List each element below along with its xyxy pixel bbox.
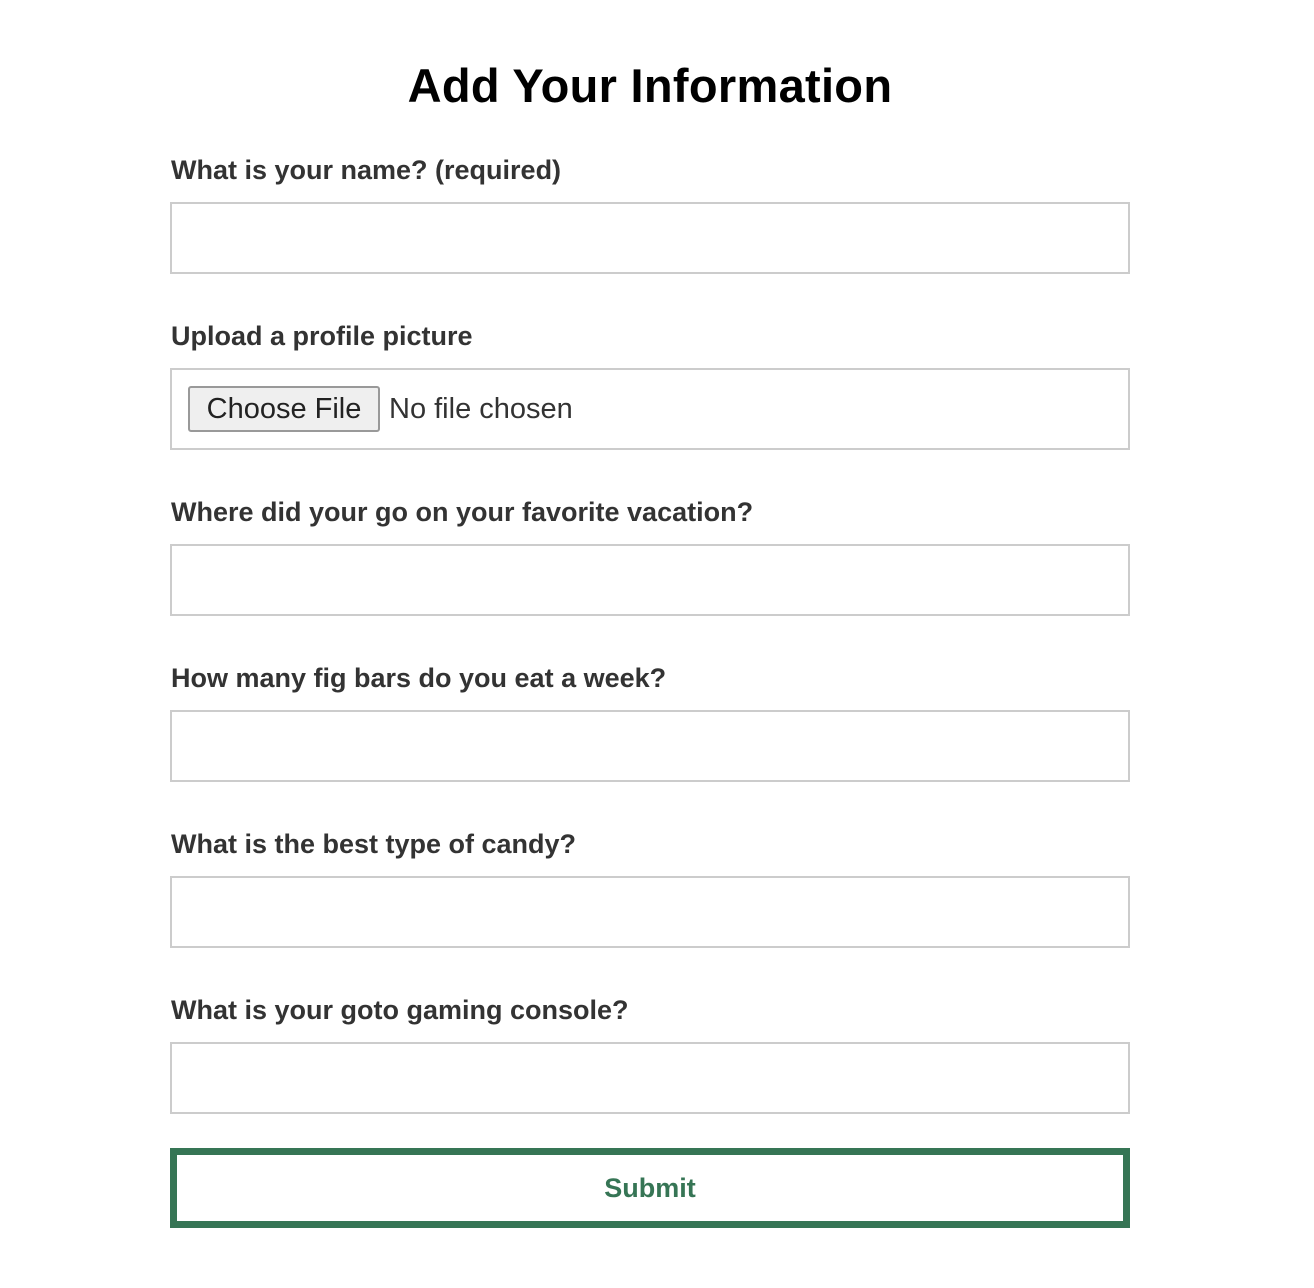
vacation-input[interactable] <box>170 544 1130 616</box>
page-title: Add Your Information <box>407 59 893 112</box>
name-label: What is your name? (required) <box>171 155 562 185</box>
profile-picture-upload: Choose File No file chosen <box>170 368 1130 450</box>
fig-bars-input[interactable] <box>170 710 1130 782</box>
name-input[interactable] <box>170 202 1130 274</box>
fig-bars-label: How many fig bars do you eat a week? <box>171 663 667 693</box>
candy-input[interactable] <box>170 876 1130 948</box>
vacation-label: Where did your go on your favorite vacat… <box>171 497 754 527</box>
information-form: What is your name? (required) Upload a p… <box>170 152 1130 1228</box>
file-status-text: No file chosen <box>389 392 573 425</box>
choose-file-button[interactable]: Choose File <box>188 386 380 432</box>
gaming-console-input[interactable] <box>170 1042 1130 1114</box>
candy-label: What is the best type of candy? <box>171 829 577 859</box>
gaming-console-label: What is your goto gaming console? <box>171 995 629 1025</box>
profile-picture-label: Upload a profile picture <box>171 321 473 351</box>
submit-button[interactable]: Submit <box>170 1148 1130 1228</box>
